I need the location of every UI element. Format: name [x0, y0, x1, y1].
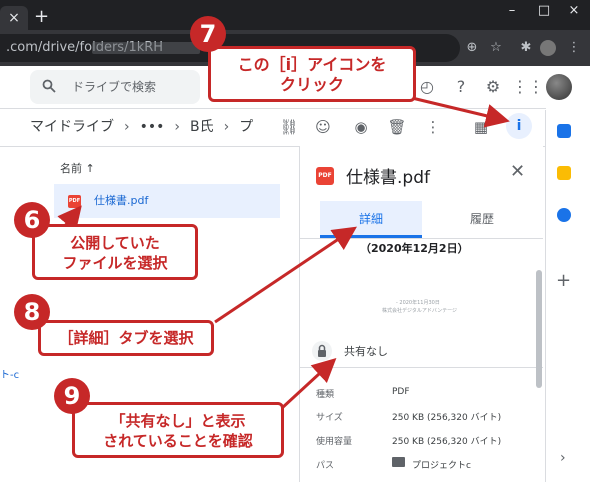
step8-badge: 8: [14, 294, 50, 330]
callout-step9-line1: 「共有なし」と表示: [110, 412, 246, 430]
callout-step6-line1: 公開していた: [70, 234, 160, 252]
step7-badge: 7: [190, 16, 226, 52]
step6-badge: 6: [14, 202, 50, 238]
callout-step8-text: ［詳細］タブを選択: [58, 329, 194, 347]
callout-step9: 「共有なし」と表示 されていることを確認: [72, 402, 284, 458]
callout-step8: ［詳細］タブを選択: [38, 320, 214, 356]
callout-step6-line2: ファイルを選択: [62, 254, 168, 272]
callout-step7: この［i］アイコンを クリック: [208, 46, 416, 102]
callout-step9-line2: されていることを確認: [103, 432, 253, 450]
callout-step7-line2: クリック: [279, 75, 344, 94]
callout-step7-line1: この［i］アイコンを: [237, 55, 387, 74]
callout-step6: 公開していた ファイルを選択: [32, 224, 198, 280]
step9-badge: 9: [54, 378, 90, 414]
